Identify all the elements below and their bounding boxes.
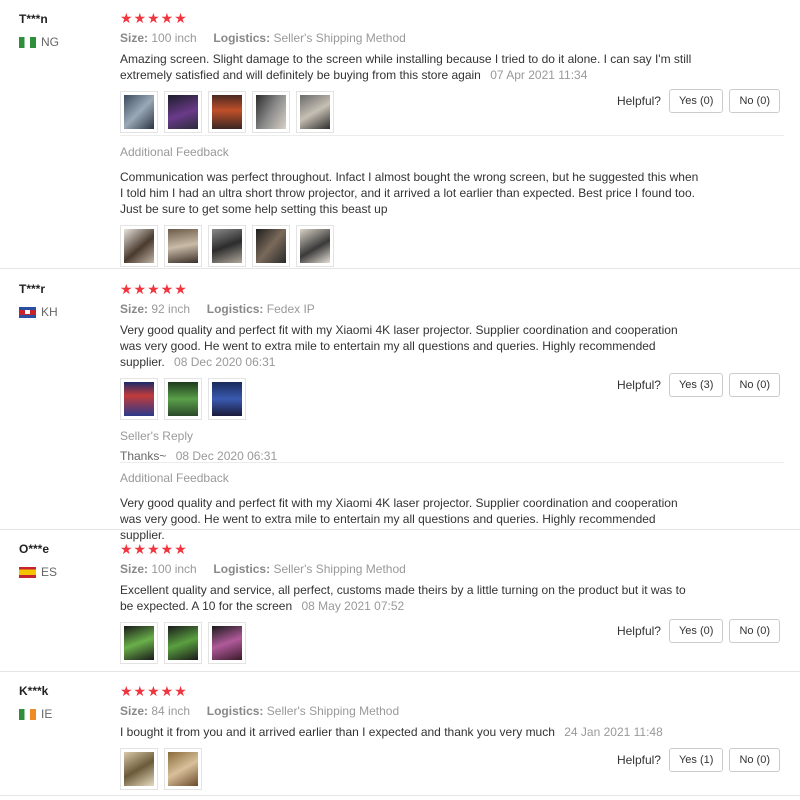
review-photo[interactable] <box>164 622 202 664</box>
review-text: Excellent quality and service, all perfe… <box>120 582 700 614</box>
review-photo[interactable] <box>120 622 158 664</box>
country-code: IE <box>41 707 53 721</box>
additional-feedback-title: Additional Feedback <box>120 145 229 159</box>
seller-reply: Thanks~ 08 Dec 2020 06:31 <box>120 449 784 463</box>
review-body: I bought it from you and it arrived earl… <box>120 725 555 739</box>
size-value: 84 inch <box>151 704 191 718</box>
helpful-no-button[interactable]: No (0) <box>729 373 780 397</box>
reviewer-name: O***e <box>19 542 50 556</box>
review-divider <box>0 795 800 796</box>
star-rating: ★★★★★ <box>120 683 188 699</box>
review-text: Very good quality and perfect fit with m… <box>120 322 700 370</box>
reviewer-country: IE <box>19 707 52 721</box>
review-date: 07 Apr 2021 11:34 <box>490 68 588 82</box>
review-photo[interactable] <box>208 91 246 133</box>
logistics-label: Logistics: <box>213 31 271 45</box>
flag-icon <box>19 566 36 578</box>
review-photo[interactable] <box>208 622 246 664</box>
country-code: ES <box>41 565 58 579</box>
country-code: NG <box>41 35 59 49</box>
feedback-photo[interactable] <box>252 225 290 267</box>
logistics-value: Fedex IP <box>266 302 315 316</box>
review-divider <box>0 268 800 269</box>
review-photo[interactable] <box>164 378 202 420</box>
helpful-label: Helpful? <box>616 753 661 767</box>
helpful-no-button[interactable]: No (0) <box>729 619 780 643</box>
seller-reply-body: Thanks~ <box>120 449 167 463</box>
reviewer-country: NG <box>19 35 59 49</box>
feedback-photo[interactable] <box>208 225 246 267</box>
additional-feedback-title: Additional Feedback <box>120 471 229 485</box>
review-body: Amazing screen. Slight damage to the scr… <box>120 52 692 82</box>
logistics-value: Seller's Shipping Method <box>266 704 400 718</box>
star-rating: ★★★★★ <box>120 541 188 557</box>
feedback-photo[interactable] <box>164 225 202 267</box>
review-divider <box>0 671 800 672</box>
seller-reply-date: 08 Dec 2020 06:31 <box>175 449 278 463</box>
review-date: 08 Dec 2020 06:31 <box>174 355 276 369</box>
size-value: 92 inch <box>151 302 191 316</box>
star-rating: ★★★★★ <box>120 10 188 26</box>
review-meta: Size: 92 inch Logistics: Fedex IP <box>120 302 784 316</box>
review-meta: Size: 100 inch Logistics: Seller's Shipp… <box>120 31 784 45</box>
helpful-yes-button[interactable]: Yes (0) <box>668 619 724 643</box>
review-text: Amazing screen. Slight damage to the scr… <box>120 51 700 83</box>
helpful-label: Helpful? <box>616 94 661 108</box>
helpful-yes-button[interactable]: Yes (3) <box>668 373 724 397</box>
helpful-label: Helpful? <box>616 378 661 392</box>
review-meta: Size: 100 inch Logistics: Seller's Shipp… <box>120 562 784 576</box>
reviewer-name: T***r <box>19 282 46 296</box>
logistics-label: Logistics: <box>206 704 264 718</box>
size-label: Size: <box>120 704 149 718</box>
reviewer-country: KH <box>19 305 58 319</box>
flag-icon <box>19 306 36 318</box>
review-photo[interactable] <box>164 91 202 133</box>
reviewer-name: K***k <box>19 684 49 698</box>
feedback-photos <box>120 225 784 267</box>
country-code: KH <box>41 305 58 319</box>
review-photo[interactable] <box>252 91 290 133</box>
review-date: 24 Jan 2021 11:48 <box>564 725 663 739</box>
reviewer-country: ES <box>19 565 57 579</box>
size-label: Size: <box>120 302 149 316</box>
size-value: 100 inch <box>151 31 197 45</box>
review-photo[interactable] <box>120 748 158 790</box>
divider <box>120 462 784 463</box>
helpful-group: Helpful? Yes (0) No (0) <box>617 89 780 113</box>
helpful-group: Helpful? Yes (0) No (0) <box>617 619 780 643</box>
review-photo[interactable] <box>120 91 158 133</box>
review-photo[interactable] <box>208 378 246 420</box>
logistics-label: Logistics: <box>206 302 264 316</box>
reviewer-name: T***n <box>19 12 48 26</box>
divider <box>120 135 784 136</box>
review-text: I bought it from you and it arrived earl… <box>120 724 700 740</box>
size-label: Size: <box>120 562 149 576</box>
review-photo[interactable] <box>120 378 158 420</box>
feedback-photo[interactable] <box>296 225 334 267</box>
review-divider <box>0 529 800 530</box>
feedback-text: Communication was perfect throughout. In… <box>120 170 699 216</box>
helpful-yes-button[interactable]: Yes (0) <box>668 89 724 113</box>
helpful-yes-button[interactable]: Yes (1) <box>668 748 724 772</box>
logistics-value: Seller's Shipping Method <box>273 31 406 45</box>
helpful-no-button[interactable]: No (0) <box>729 748 780 772</box>
flag-icon <box>19 708 36 720</box>
seller-reply-title: Seller's Reply <box>120 429 193 443</box>
logistics-value: Seller's Shipping Method <box>273 562 406 576</box>
review-date: 08 May 2021 07:52 <box>301 599 405 613</box>
size-label: Size: <box>120 31 149 45</box>
helpful-group: Helpful? Yes (3) No (0) <box>617 373 780 397</box>
logistics-label: Logistics: <box>213 562 271 576</box>
helpful-group: Helpful? Yes (1) No (0) <box>617 748 780 772</box>
helpful-no-button[interactable]: No (0) <box>729 89 780 113</box>
helpful-label: Helpful? <box>616 624 661 638</box>
feedback-text: Very good quality and perfect fit with m… <box>120 496 678 542</box>
flag-icon <box>19 36 36 48</box>
size-value: 100 inch <box>151 562 197 576</box>
feedback-photo[interactable] <box>120 225 158 267</box>
review-meta: Size: 84 inch Logistics: Seller's Shippi… <box>120 704 784 718</box>
review-photo[interactable] <box>296 91 334 133</box>
review-photo[interactable] <box>164 748 202 790</box>
star-rating: ★★★★★ <box>120 281 188 297</box>
